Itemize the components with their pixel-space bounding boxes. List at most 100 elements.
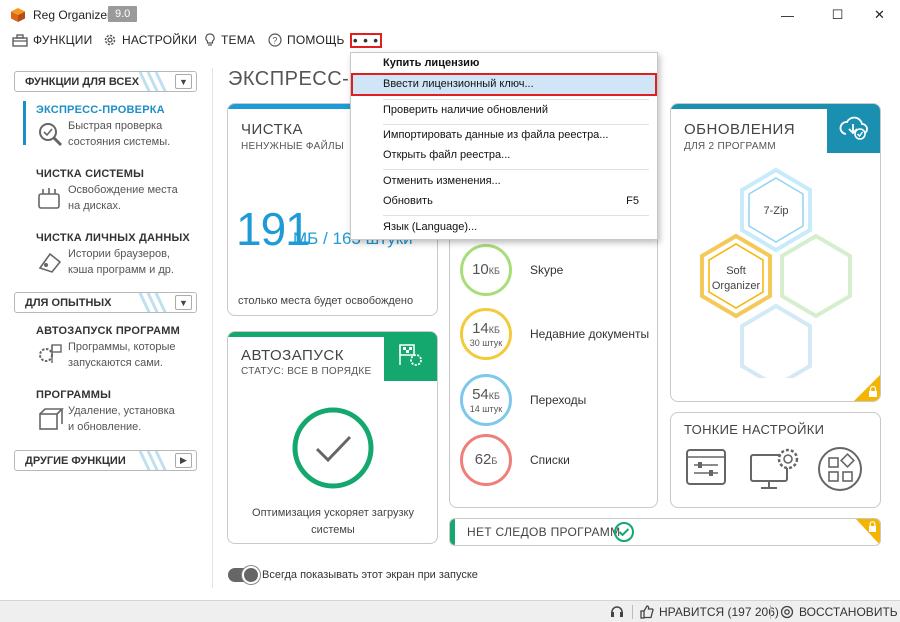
headset-icon[interactable] — [610, 605, 624, 619]
menu-item-import-registry[interactable]: Импортировать данные из файла реестра... — [383, 129, 608, 141]
sidebar-item-desc: Истории браузеров, кэша программ и др. — [68, 248, 174, 276]
status-bar: НРАВИТСЯ (197 206) ВОССТАНОВИТЬ — [0, 600, 900, 622]
flag-gear-icon — [39, 344, 62, 363]
thumbs-up-icon — [640, 605, 654, 619]
menu-separator — [383, 169, 649, 170]
svg-text:?: ? — [272, 36, 277, 46]
toggle-knob-icon — [242, 566, 260, 584]
cleaning-card-subtitle: НЕНУЖНЫЕ ФАЙЛЫ — [241, 141, 345, 152]
sidebar-item-title: ЧИСТКА ЛИЧНЫХ ДАННЫХ — [36, 232, 190, 244]
privacy-circle: 62Б — [460, 434, 512, 486]
restore-icon — [780, 605, 794, 619]
minimize-button[interactable]: — — [765, 0, 810, 30]
menu-settings[interactable]: НАСТРОЙКИ — [103, 33, 197, 47]
menu-functions[interactable]: ФУНКЦИИ — [12, 33, 92, 47]
sidebar-item-autorun[interactable]: АВТОЗАПУСК ПРОГРАММ Программы, которые за… — [36, 325, 206, 371]
more-dropdown-menu: Купить лицензию Ввести лицензионный ключ… — [350, 52, 658, 240]
sidebar-item-title: АВТОЗАПУСК ПРОГРАММ — [36, 325, 180, 337]
updates-card-subtitle: ДЛЯ 2 ПРОГРАММ — [684, 141, 777, 152]
group-other-functions-label: ДРУГИЕ ФУНКЦИИ — [25, 454, 126, 467]
menu-functions-label: ФУНКЦИИ — [33, 33, 93, 47]
app-title: Reg Organizer — [33, 8, 112, 22]
menu-item-undo-changes[interactable]: Отменить изменения... — [383, 175, 501, 187]
like-label: НРАВИТСЯ (197 206) — [659, 605, 779, 619]
chevron-right-icon: ▶ — [175, 453, 192, 468]
status-separator — [770, 605, 771, 619]
magnifier-check-icon — [39, 123, 63, 147]
stripes-decoration — [138, 293, 167, 312]
sidebar-item-title: ПРОГРАММЫ — [36, 389, 112, 401]
group-advanced[interactable]: ДЛЯ ОПЫТНЫХ ▼ — [14, 292, 197, 313]
maximize-button[interactable]: ☐ — [815, 0, 860, 30]
privacy-circle: 10КБ — [460, 244, 512, 296]
like-button[interactable]: НРАВИТСЯ (197 206) — [640, 605, 779, 619]
chevron-down-icon: ▼ — [175, 74, 192, 89]
check-circle-icon — [292, 407, 374, 489]
box-icon — [39, 408, 64, 430]
sidebar-item-system-cleaning[interactable]: ЧИСТКА СИСТЕМЫ Освобождение места на диск… — [36, 168, 206, 214]
title-bar: Reg Organizer 9.0 — ☐ ✕ — [0, 0, 900, 30]
lock-corner — [854, 375, 880, 401]
check-circle-icon — [614, 522, 634, 542]
privacy-circle: 14КБ 30 штук — [460, 308, 512, 360]
group-other-functions[interactable]: ДРУГИЕ ФУНКЦИИ ▶ — [14, 450, 197, 471]
stripes-decoration — [138, 72, 167, 91]
menu-separator — [383, 215, 649, 216]
apps-icon — [818, 447, 862, 491]
no-traces-accent — [450, 519, 455, 545]
group-functions-for-all[interactable]: ФУНКЦИИ ДЛЯ ВСЕХ ▼ — [14, 71, 197, 92]
autorun-status: СТАТУС: ВСЕ В ПОРЯДКЕ — [241, 366, 372, 377]
close-button[interactable]: ✕ — [857, 0, 900, 30]
sidebar-item-title: ЭКСПРЕСС-ПРОВЕРКА — [36, 104, 165, 116]
privacy-item-jumps[interactable]: 54КБ 14 штук Переходы — [460, 374, 586, 426]
sidebar-item-express-check[interactable]: ЭКСПРЕСС-ПРОВЕРКА Быстрая проверка состоя… — [36, 104, 206, 150]
more-menu-button[interactable]: • • • — [350, 33, 382, 48]
show-on-start-toggle[interactable] — [228, 566, 260, 584]
privacy-item-label: Списки — [530, 453, 570, 467]
menu-item-buy-license[interactable]: Купить лицензию — [383, 57, 479, 69]
show-on-start-label: Всегда показывать этот экран при запуске — [262, 569, 478, 581]
menu-theme[interactable]: ТЕМА — [204, 33, 255, 47]
tweaks-card-title: ТОНКИЕ НАСТРОЙКИ — [684, 422, 825, 437]
sidebar-item-private-data[interactable]: ЧИСТКА ЛИЧНЫХ ДАННЫХ Истории браузеров, к… — [36, 232, 206, 278]
menu-help-label: ПОМОЩЬ — [287, 33, 345, 47]
privacy-circle: 54КБ 14 штук — [460, 374, 512, 426]
lightbulb-icon — [205, 33, 215, 46]
app-logo-icon — [11, 8, 25, 22]
sidebar-item-programs[interactable]: ПРОГРАММЫ Удаление, установка и обновлени… — [36, 389, 206, 435]
updates-corner — [827, 104, 880, 153]
help-icon: ? — [268, 33, 282, 47]
cleaning-card-title: ЧИСТКА — [241, 121, 304, 138]
refresh-shortcut: F5 — [626, 195, 639, 207]
menu-settings-label: НАСТРОЙКИ — [122, 33, 198, 47]
menu-separator — [383, 99, 649, 100]
sliders-icon — [686, 449, 726, 485]
privacy-item-lists[interactable]: 62Б Списки — [460, 434, 570, 486]
updates-card-title: ОБНОВЛЕНИЯ — [684, 121, 796, 138]
menu-item-open-registry[interactable]: Открыть файл реестра... — [383, 149, 510, 161]
no-traces-title: НЕТ СЛЕДОВ ПРОГРАММ — [467, 525, 621, 539]
menu-bar: ФУНКЦИИ НАСТРОЙКИ ТЕМА ? ПОМОЩЬ — [0, 30, 900, 52]
toolbox-icon — [12, 33, 28, 47]
menu-item-check-updates[interactable]: Проверить наличие обновлений — [383, 104, 548, 116]
sidebar-divider — [212, 68, 213, 588]
menu-item-language[interactable]: Язык (Language)... — [383, 221, 477, 233]
menu-item-refresh[interactable]: Обновить — [383, 195, 433, 207]
privacy-item-recent-docs[interactable]: 14КБ 30 штук Недавние документы — [460, 308, 649, 360]
cleaning-note: столько места будет освобождено — [238, 295, 414, 307]
lock-corner — [855, 519, 880, 545]
sidebar-item-desc: Быстрая проверка состояния системы. — [68, 120, 171, 148]
flag-gear-icon — [399, 344, 422, 366]
update-item-7zip[interactable]: 7-Zip — [752, 205, 800, 217]
update-item-soft-organizer[interactable]: Soft Organizer — [704, 264, 768, 294]
privacy-item-skype[interactable]: 10КБ Skype — [460, 244, 563, 296]
menu-help[interactable]: ? ПОМОЩЬ — [268, 33, 345, 47]
autorun-note: Оптимизация ускоряет загрузку системы — [252, 507, 414, 536]
restore-label: ВОССТАНОВИТЬ — [799, 605, 898, 619]
menu-item-enter-license-key[interactable]: Ввести лицензионный ключ... — [383, 78, 534, 90]
menu-separator — [383, 124, 649, 125]
group-functions-for-all-label: ФУНКЦИИ ДЛЯ ВСЕХ — [25, 75, 140, 88]
group-advanced-label: ДЛЯ ОПЫТНЫХ — [25, 296, 112, 309]
autorun-corner — [384, 332, 437, 381]
restore-button[interactable]: ВОССТАНОВИТЬ — [780, 605, 898, 619]
